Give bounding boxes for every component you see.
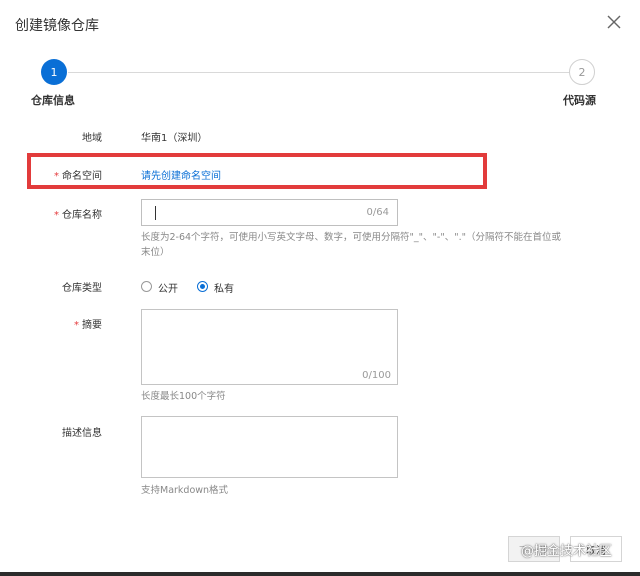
repo-name-input[interactable]: 0/64 <box>141 199 398 226</box>
step-2-label: 代码源 <box>563 94 596 107</box>
step-1-label: 仓库信息 <box>31 94 75 107</box>
step-1-indicator: 1 <box>41 59 67 85</box>
region-value: 华南1（深圳） <box>141 133 208 144</box>
create-repo-dialog: 创建镜像仓库 1 2 仓库信息 代码源 地域 华南1（深圳） * 命名空间 请先创… <box>0 0 640 576</box>
repo-type-label: 仓库类型 <box>62 283 102 294</box>
repo-name-hint: 长度为2-64个字符，可使用小写英文字母、数字，可使用分隔符"_"、"-"、".… <box>141 230 571 260</box>
cancel-button[interactable]: 取消 <box>570 536 622 562</box>
radio-private[interactable] <box>197 281 208 292</box>
close-icon[interactable] <box>606 14 622 30</box>
bottom-edge-bar <box>0 572 640 576</box>
description-label: 描述信息 <box>62 428 102 439</box>
steps-progress-line <box>68 72 570 73</box>
summary-label: * 摘要 <box>22 316 102 331</box>
description-hint: 支持Markdown格式 <box>141 485 229 496</box>
repo-name-label-text: 仓库名称 <box>62 210 102 221</box>
required-mark: * <box>74 320 79 331</box>
radio-public-label[interactable]: 公开 <box>158 280 178 295</box>
required-mark: * <box>54 210 59 221</box>
summary-hint: 长度最长100个字符 <box>141 391 226 402</box>
summary-label-text: 摘要 <box>82 320 102 331</box>
dialog-title: 创建镜像仓库 <box>15 18 99 34</box>
description-textarea[interactable] <box>141 416 398 478</box>
text-caret <box>155 206 156 220</box>
repo-name-hint-line-2: 末位） <box>141 247 170 258</box>
repo-name-hint-line-1: 长度为2-64个字符，可使用小写英文字母、数字，可使用分隔符"_"、"-"、".… <box>141 232 561 243</box>
radio-public[interactable] <box>141 281 152 292</box>
next-step-button[interactable]: 下一步 <box>508 536 560 562</box>
repo-name-counter: 0/64 <box>366 207 389 218</box>
repo-name-label: * 仓库名称 <box>22 206 102 221</box>
step-2-indicator: 2 <box>569 59 595 85</box>
region-label: 地域 <box>82 133 102 144</box>
summary-counter: 0/100 <box>362 370 391 381</box>
radio-private-label[interactable]: 私有 <box>214 280 234 295</box>
highlight-annotation-box <box>27 153 487 189</box>
summary-textarea[interactable]: 0/100 <box>141 309 398 385</box>
